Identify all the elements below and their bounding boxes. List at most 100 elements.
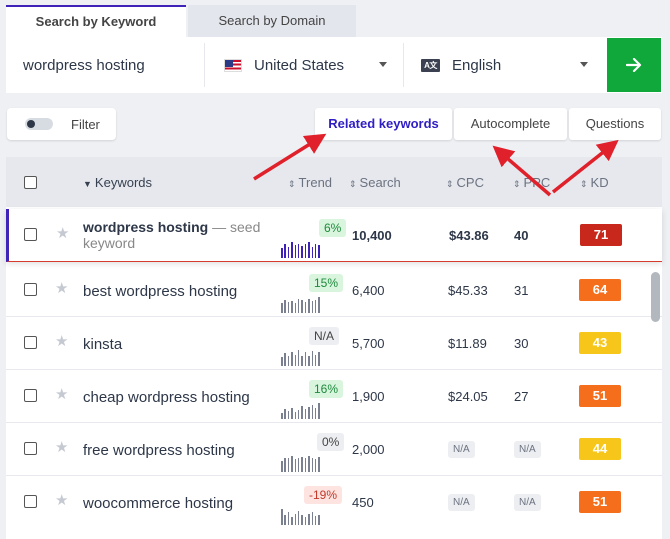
column-header-keywords[interactable]: ▼ Keywords: [83, 175, 152, 190]
kd-badge: 43: [579, 332, 621, 354]
star-icon[interactable]: ★: [56, 226, 72, 242]
table-row[interactable]: ★ kinsta N/A 5,700 $11.89 30 43: [6, 317, 662, 370]
row-checkbox[interactable]: [24, 442, 37, 455]
sparkline-bar: [281, 248, 283, 258]
sparkline-bar: [314, 355, 317, 366]
tab-questions[interactable]: Questions: [569, 108, 661, 140]
ppc-value: 40: [514, 228, 529, 243]
sparkline-bar: [291, 456, 293, 472]
search-mode-tabs: Search by Keyword Search by Domain: [6, 5, 356, 37]
sparkline-bar: [314, 516, 317, 525]
sparkline-bar: [314, 300, 317, 313]
sort-icon: ⇕: [349, 179, 357, 189]
sparkline-bar: [311, 458, 314, 472]
table-row[interactable]: ★ woocommerce hosting -19% 450 N/A N/A 5…: [6, 476, 662, 529]
sparkline-bar: [318, 352, 320, 366]
trend-sparkline: [281, 509, 322, 525]
sparkline-bar: [308, 356, 310, 366]
sparkline-bar: [308, 407, 310, 419]
ppc-value: N/A: [514, 441, 541, 458]
trend-sparkline: [281, 403, 322, 419]
keyword-link[interactable]: woocommerce hosting: [83, 495, 233, 512]
tab-search-by-keyword[interactable]: Search by Keyword: [6, 5, 186, 37]
language-select[interactable]: A文 English: [404, 37, 604, 93]
sparkline-bar: [304, 352, 307, 366]
search-volume: 5,700: [352, 336, 385, 351]
column-header-kd[interactable]: ⇕ KD: [580, 175, 609, 190]
star-icon[interactable]: ★: [55, 440, 71, 456]
column-header-cpc[interactable]: ⇕ CPC: [446, 175, 484, 190]
filter-toggle-switch[interactable]: [25, 118, 53, 130]
search-bar: United States A文 English: [6, 37, 662, 93]
star-icon[interactable]: ★: [55, 493, 71, 509]
sparkline-bar: [304, 517, 307, 525]
trend-badge: -19%: [304, 486, 343, 504]
tab-search-by-domain[interactable]: Search by Domain: [188, 5, 356, 37]
row-checkbox[interactable]: [24, 283, 37, 296]
sparkline-bar: [287, 302, 290, 313]
star-icon[interactable]: ★: [55, 334, 71, 350]
sparkline-bar: [284, 244, 286, 258]
sparkline-bar: [314, 459, 317, 472]
keyword-link[interactable]: cheap wordpress hosting: [83, 389, 250, 406]
sparkline-bar: [311, 301, 314, 313]
ppc-value: N/A: [514, 494, 541, 511]
trend-badge: 0%: [317, 433, 345, 451]
ppc-value: 30: [514, 336, 529, 351]
tab-related-keywords[interactable]: Related keywords: [315, 108, 452, 140]
sparkline-bar: [284, 300, 286, 313]
trend-badge: 15%: [309, 274, 344, 292]
sparkline-bar: [314, 244, 317, 258]
chevron-down-icon: [580, 62, 588, 67]
column-header-search[interactable]: ⇕ Search: [349, 175, 401, 190]
star-icon[interactable]: ★: [55, 387, 71, 403]
row-checkbox[interactable]: [24, 495, 37, 508]
table-row-seed[interactable]: ★ wordpress hosting — seed keyword 6% 10…: [6, 209, 662, 262]
sparkline-bar: [291, 517, 293, 525]
sparkline-bar: [294, 355, 297, 366]
trend-badge: 16%: [309, 380, 344, 398]
search-volume: 2,000: [352, 442, 385, 457]
star-icon[interactable]: ★: [55, 281, 71, 297]
arrow-right-icon: [626, 58, 642, 72]
kd-badge: 51: [579, 491, 621, 513]
keyword-input[interactable]: [6, 37, 204, 93]
country-select[interactable]: United States: [205, 37, 403, 93]
select-all-checkbox[interactable]: [24, 176, 37, 189]
sparkline-bar: [318, 297, 320, 313]
sparkline-bar: [308, 456, 310, 472]
keyword-link[interactable]: best wordpress hosting: [83, 283, 237, 300]
sparkline-bar: [308, 299, 310, 313]
sparkline-bar: [284, 409, 286, 419]
sparkline-bar: [281, 303, 283, 313]
cpc-value: N/A: [448, 441, 475, 458]
sparkline-bar: [287, 356, 290, 366]
table-row[interactable]: ★ free wordpress hosting 0% 2,000 N/A N/…: [6, 423, 662, 476]
sparkline-bar: [301, 406, 303, 419]
sparkline-bar: [304, 409, 307, 419]
row-checkbox[interactable]: [24, 336, 37, 349]
keyword-cell[interactable]: wordpress hosting — seed keyword: [83, 219, 283, 251]
table-row[interactable]: ★ cheap wordpress hosting 16% 1,900 $24.…: [6, 370, 662, 423]
column-header-trend[interactable]: ⇕ Trend: [288, 175, 332, 190]
sort-icon: ⇕: [580, 179, 588, 189]
table-scrollbar[interactable]: [651, 272, 660, 322]
table-row[interactable]: ★ best wordpress hosting 15% 6,400 $45.3…: [6, 264, 662, 317]
keyword-link[interactable]: kinsta: [83, 336, 122, 353]
search-submit-button[interactable]: [607, 38, 661, 92]
row-checkbox[interactable]: [24, 228, 37, 241]
column-header-ppc[interactable]: ⇕ PPC: [513, 175, 550, 190]
keyword-link[interactable]: free wordpress hosting: [83, 442, 235, 459]
tab-autocomplete[interactable]: Autocomplete: [454, 108, 567, 140]
search-volume: 10,400: [352, 228, 392, 243]
sparkline-bar: [287, 512, 290, 525]
sparkline-bar: [301, 246, 303, 258]
trend-sparkline: [281, 350, 322, 366]
row-checkbox[interactable]: [24, 389, 37, 402]
table-header: ▼ Keywords ⇕ Trend ⇕ Search ⇕ CPC ⇕ PPC ⇕ KD: [6, 157, 662, 207]
sparkline-bar: [297, 350, 300, 366]
ppc-value: 31: [514, 283, 529, 298]
sparkline-bar: [301, 457, 303, 472]
filter-toggle-button[interactable]: Filter: [7, 108, 116, 140]
search-volume: 450: [352, 495, 374, 510]
